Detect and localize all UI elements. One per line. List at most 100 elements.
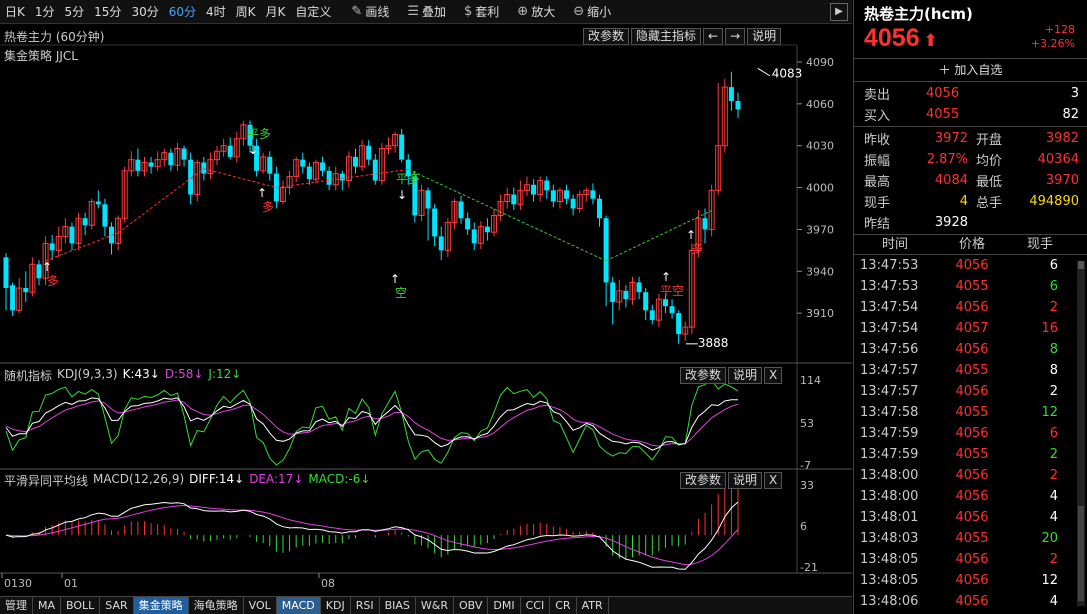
indicator-tab-9[interactable]: RSI bbox=[351, 597, 380, 614]
candle-body bbox=[603, 218, 609, 283]
candle-body bbox=[610, 282, 616, 302]
indicator-tab-3[interactable]: SAR bbox=[100, 597, 134, 614]
indicator-tab-11[interactable]: W&R bbox=[416, 597, 454, 614]
candle-body bbox=[471, 229, 477, 244]
tick-time: 13:48:01 bbox=[860, 510, 919, 525]
stat-value: 494890 bbox=[1029, 194, 1079, 209]
candle-body bbox=[306, 166, 312, 180]
signal-label: 平空 bbox=[660, 284, 684, 298]
macd-button-0[interactable]: 改参数 bbox=[680, 472, 727, 489]
indicator-tab-1[interactable]: MA bbox=[33, 597, 62, 614]
macd-button-2[interactable]: X bbox=[764, 472, 783, 489]
add-watchlist-button[interactable]: ＋ 加入自选 bbox=[854, 58, 1087, 82]
tick-volume: 2 bbox=[1049, 447, 1058, 462]
stats-row: 最高 4084 最低 3970 bbox=[854, 170, 1087, 191]
kdj-button-0[interactable]: 改参数 bbox=[680, 367, 727, 384]
timeframe-2[interactable]: 5分 bbox=[60, 0, 90, 24]
candle-body bbox=[735, 101, 741, 110]
tick-scrollbar[interactable] bbox=[1077, 261, 1085, 606]
tick-price: 4056 bbox=[955, 342, 989, 357]
indicator-tab-4[interactable]: 集金策略 bbox=[133, 597, 189, 614]
tool-label: 套利 bbox=[475, 4, 500, 19]
price-change: +128 bbox=[1044, 23, 1075, 36]
tool-0[interactable]: ✎ 画线 bbox=[342, 0, 398, 24]
timeframe-9[interactable]: 自定义 bbox=[290, 0, 336, 24]
tick-row: 13:48:05 4056 2 bbox=[854, 549, 1087, 570]
indicator-tab-5[interactable]: 海龟策略 bbox=[189, 597, 244, 614]
kdj-button-1[interactable]: 说明 bbox=[728, 367, 763, 384]
strategy-line-long bbox=[117, 178, 191, 234]
scrollbar-thumb[interactable] bbox=[1078, 506, 1084, 601]
tick-header-time: 时间 bbox=[881, 237, 908, 252]
signal-label: 多 bbox=[262, 200, 274, 214]
bid-label: 买入 bbox=[864, 109, 891, 124]
tick-row: 13:47:59 4055 2 bbox=[854, 444, 1087, 465]
candle-body bbox=[49, 243, 55, 251]
timeframe-0[interactable]: 日K bbox=[0, 0, 30, 24]
kdj-axis-label: 114 bbox=[800, 374, 821, 387]
timeframe-4[interactable]: 30分 bbox=[126, 0, 163, 24]
stat-label: 振幅 bbox=[864, 154, 891, 169]
indicator-tab-16[interactable]: ATR bbox=[577, 597, 609, 614]
macd-button-1[interactable]: 说明 bbox=[728, 472, 763, 489]
tick-price: 4056 bbox=[955, 384, 989, 399]
indicator-tab-2[interactable]: BOLL bbox=[61, 597, 101, 614]
candle-body bbox=[3, 257, 9, 289]
tool-2[interactable]: $ 套利 bbox=[455, 0, 508, 24]
stat-value: 3928 bbox=[934, 215, 968, 230]
candle-body bbox=[227, 145, 233, 157]
timeframe-3[interactable]: 15分 bbox=[89, 0, 126, 24]
tick-list[interactable]: 13:47:53 4056 6 13:47:53 4055 6 13:47:54 4056 2 1… bbox=[854, 255, 1087, 612]
candle-body bbox=[36, 264, 42, 279]
indicator-tab-10[interactable]: BIAS bbox=[380, 597, 416, 614]
tick-time: 13:47:54 bbox=[860, 321, 919, 336]
indicator-tab-6[interactable]: VOL bbox=[244, 597, 277, 614]
macd-axis-label: 6 bbox=[800, 520, 807, 533]
tool-1[interactable]: ☰ 叠加 bbox=[398, 0, 455, 24]
stat-label: 开盘 bbox=[976, 133, 1003, 148]
zoom-in-icon: ⊕ bbox=[517, 3, 529, 19]
indicator-tab-7[interactable]: MACD bbox=[276, 597, 321, 614]
macd-axis-label: 33 bbox=[800, 479, 814, 492]
price-axis-label: 4000 bbox=[806, 182, 834, 195]
scrollbar-up-icon[interactable] bbox=[1078, 261, 1084, 269]
tick-price: 4055 bbox=[955, 405, 989, 420]
expand-right-arrow-icon[interactable]: ▶ bbox=[830, 3, 848, 21]
futures-trading-app: 日K 1分 5分 15分 30分 60分 4时 周K 月K 自定义 ✎ 画线 ☰ 叠加 $ 套利 ⊕ 放大 ⊖ 缩小… bbox=[0, 0, 1087, 614]
kdj-k-value: K:43↓ bbox=[122, 367, 160, 381]
stat-label: 昨结 bbox=[864, 217, 891, 232]
tick-header-price: 价格 bbox=[958, 237, 985, 252]
timeframe-1[interactable]: 1分 bbox=[30, 0, 60, 24]
timeframe-5[interactable]: 60分 bbox=[164, 0, 201, 24]
timeframe-7[interactable]: 周K bbox=[231, 0, 261, 24]
candle-body bbox=[702, 218, 708, 230]
tick-volume: 12 bbox=[1041, 573, 1058, 588]
tick-time: 13:48:00 bbox=[860, 468, 919, 483]
indicator-tab-12[interactable]: OBV bbox=[454, 597, 489, 614]
candle-body bbox=[102, 204, 108, 227]
kdj-button-2[interactable]: X bbox=[764, 367, 783, 384]
candle-body bbox=[550, 190, 556, 202]
chart-area[interactable]: 热卷主力 (60分钟) 集金策略 JJCL 改参数 隐藏主指标 ← → 说明 4090 4… bbox=[0, 25, 852, 595]
indicator-tab-13[interactable]: DMI bbox=[488, 597, 521, 614]
tick-time: 13:47:58 bbox=[860, 405, 919, 420]
tool-4[interactable]: ⊖ 缩小 bbox=[564, 0, 620, 24]
indicator-tab-15[interactable]: CR bbox=[550, 597, 577, 614]
candle-body bbox=[728, 87, 734, 102]
indicator-tab-8[interactable]: KDJ bbox=[321, 597, 351, 614]
tick-time: 13:48:06 bbox=[860, 594, 919, 609]
signal-arrow-icon: ↓ bbox=[397, 188, 407, 202]
timeframe-6[interactable]: 4时 bbox=[201, 0, 231, 24]
indicator-tab-0[interactable]: 管理 bbox=[0, 597, 33, 614]
tool-label: 缩小 bbox=[587, 4, 612, 19]
ask-volume: 3 bbox=[1070, 86, 1079, 101]
tick-row: 13:47:58 4055 12 bbox=[854, 402, 1087, 423]
timeframe-8[interactable]: 月K bbox=[261, 0, 291, 24]
tick-time: 13:47:57 bbox=[860, 384, 919, 399]
tool-3[interactable]: ⊕ 放大 bbox=[508, 0, 564, 24]
kdj-j-line bbox=[5, 379, 739, 466]
tick-price: 4056 bbox=[955, 468, 989, 483]
indicator-tab-14[interactable]: CCI bbox=[521, 597, 551, 614]
candle-body bbox=[148, 162, 154, 167]
stat-label: 均价 bbox=[976, 154, 1003, 169]
